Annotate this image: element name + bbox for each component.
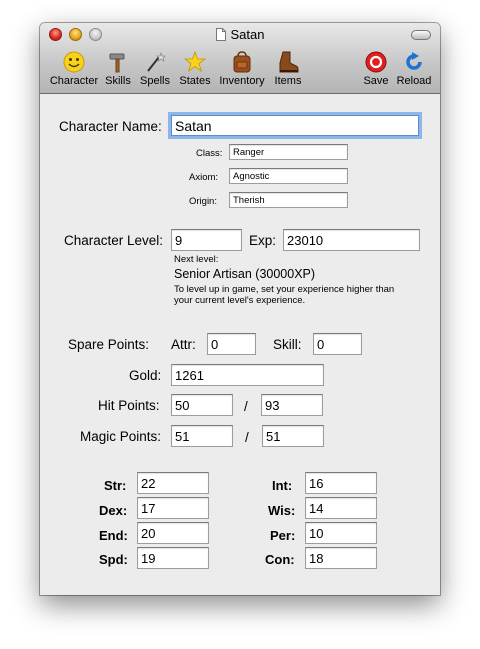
- attr-points-label: Attr:: [171, 337, 196, 352]
- hit-points-label: Hit Points:: [98, 398, 160, 413]
- axiom-field[interactable]: [229, 168, 348, 184]
- skill-points-label: Skill:: [273, 337, 302, 352]
- con-input[interactable]: [305, 547, 377, 569]
- toolbar-states-button[interactable]: States: [178, 51, 212, 87]
- spd-label: Spd:: [99, 552, 128, 567]
- max-hit-points-input[interactable]: [261, 394, 323, 416]
- star-icon: [184, 51, 206, 73]
- toolbar-spells-button[interactable]: Spells: [138, 51, 172, 87]
- origin-field[interactable]: [229, 192, 348, 208]
- level-hint-line1: To level up in game, set your experience…: [174, 284, 395, 295]
- toolbar-skills-button[interactable]: Skills: [102, 51, 134, 87]
- dex-label: Dex:: [99, 503, 128, 518]
- backpack-icon: [233, 51, 251, 73]
- origin-label: Origin:: [189, 196, 217, 207]
- spare-points-label: Spare Points:: [68, 337, 150, 352]
- toolbar-save-button[interactable]: Save: [362, 51, 390, 87]
- level-hint-line2: your current level's experience.: [174, 295, 306, 306]
- window-title: Satan: [230, 27, 265, 42]
- smiley-icon: [63, 51, 85, 73]
- toolbar-reload-button[interactable]: Reload: [394, 51, 434, 87]
- wis-label: Wis:: [268, 503, 296, 518]
- toolbar-skills-label: Skills: [105, 75, 131, 87]
- toolbar-inventory-label: Inventory: [219, 75, 265, 87]
- character-level-label: Character Level:: [64, 233, 164, 248]
- document-icon: [215, 28, 226, 41]
- toolbar-states-label: States: [179, 75, 211, 87]
- save-icon: [365, 51, 387, 73]
- exp-label: Exp:: [249, 233, 277, 248]
- toolbar-reload-label: Reload: [396, 75, 432, 87]
- toolbar-items-button[interactable]: Items: [272, 51, 304, 87]
- skill-points-input[interactable]: [313, 333, 362, 355]
- toolbar-spells-label: Spells: [140, 75, 170, 87]
- magic-points-label: Magic Points:: [80, 429, 162, 444]
- wis-input[interactable]: [305, 497, 377, 519]
- titlebar-toolbar: Satan Character Skills Spells States Inv…: [40, 23, 440, 94]
- character-name-label: Character Name:: [59, 119, 162, 134]
- str-label: Str:: [104, 478, 127, 493]
- spd-input[interactable]: [137, 547, 209, 569]
- end-label: End:: [99, 528, 128, 543]
- toolbar-items-label: Items: [274, 75, 302, 87]
- toolbar-character-label: Character: [49, 75, 99, 87]
- dex-input[interactable]: [137, 497, 209, 519]
- reload-icon: [406, 52, 422, 70]
- wand-icon: [147, 52, 166, 72]
- toolbar-inventory-button[interactable]: Inventory: [218, 51, 266, 87]
- window-title-bar: Satan: [40, 27, 440, 42]
- hammer-icon: [109, 53, 125, 73]
- character-level-input[interactable]: [171, 229, 242, 251]
- toolbar-character-button[interactable]: Character: [48, 51, 100, 87]
- gold-input[interactable]: [171, 364, 324, 386]
- boot-icon: [279, 51, 299, 73]
- magic-points-separator: /: [245, 430, 249, 445]
- attr-points-input[interactable]: [207, 333, 256, 355]
- hit-points-separator: /: [244, 399, 248, 414]
- gold-label: Gold:: [129, 368, 162, 383]
- exp-input[interactable]: [283, 229, 420, 251]
- axiom-label: Axiom:: [189, 172, 219, 183]
- next-level-label: Next level:: [174, 254, 219, 265]
- con-label: Con:: [265, 552, 295, 567]
- max-magic-points-input[interactable]: [262, 425, 324, 447]
- str-input[interactable]: [137, 472, 209, 494]
- class-field[interactable]: [229, 144, 348, 160]
- int-input[interactable]: [305, 472, 377, 494]
- character-panel: Character Name: Class: Axiom: Origin: Ch…: [40, 94, 440, 595]
- app-window: Satan Character Skills Spells States Inv…: [40, 23, 440, 595]
- toolbar-save-label: Save: [363, 75, 389, 87]
- hit-points-input[interactable]: [171, 394, 233, 416]
- class-label: Class:: [196, 148, 223, 159]
- int-label: Int:: [272, 478, 293, 493]
- character-name-input[interactable]: [171, 115, 419, 136]
- next-level-title: Senior Artisan (30000XP): [174, 267, 316, 281]
- per-input[interactable]: [305, 522, 377, 544]
- end-input[interactable]: [137, 522, 209, 544]
- magic-points-input[interactable]: [171, 425, 233, 447]
- per-label: Per:: [270, 528, 296, 543]
